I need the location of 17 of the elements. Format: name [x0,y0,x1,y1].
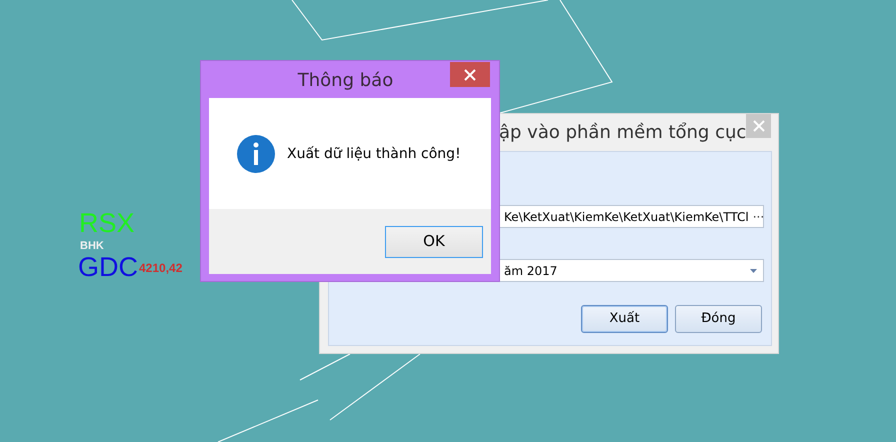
close-button[interactable] [450,62,490,87]
info-icon [237,134,275,172]
dialog-button[interactable]: Xuất [581,305,668,333]
logo-text: 4210,42 [139,262,182,274]
logo-text: BHK [80,241,104,252]
dialog-title: Thông báo [296,69,394,93]
logo-text: GDC [78,254,138,281]
ok-button[interactable]: OK [385,226,483,258]
close-icon [752,120,765,132]
year-dropdown[interactable]: ăm 2017 [498,259,764,282]
dropdown-arrow-icon [750,268,757,272]
message-text: Xuất dữ liệu thành công! [287,145,461,164]
dialog-button[interactable]: Đóng [675,305,762,333]
path-field[interactable]: Ke\KetXuat\KiemKe\KetXuat\KiemKe\TTCl ··· [498,205,764,228]
logo-text: RSX [79,210,135,237]
window-title: ập vào phần mềm tổng cục [499,121,746,145]
close-icon [464,68,476,80]
